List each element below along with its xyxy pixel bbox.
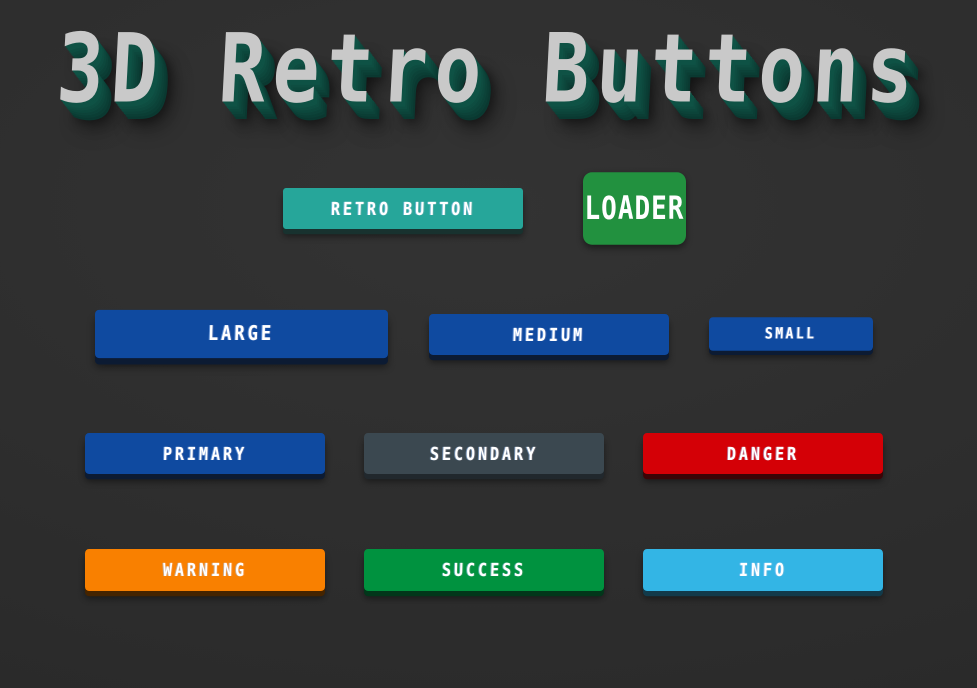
success-button[interactable]: SUCCESS [364,549,604,591]
page-title: 3D Retro Buttons [53,15,924,125]
large-size-button[interactable]: LARGE [95,309,388,359]
page-header: 3D Retro Buttons [0,0,977,140]
medium-size-button-label: MEDIUM [512,323,586,346]
primary-button[interactable]: PRIMARY [85,433,325,474]
loader-button[interactable]: LOADER [583,172,686,245]
small-size-button-label: SMALL [764,325,818,343]
retro-button[interactable]: RETRO BUTTON [283,188,523,229]
danger-button-label: DANGER [726,442,800,465]
secondary-button-label: SECONDARY [429,442,539,465]
medium-size-button[interactable]: MEDIUM [429,314,669,355]
loader-button-label: LOADER [584,190,685,227]
large-size-button-label: LARGE [208,322,275,346]
warning-button-label: WARNING [162,559,248,581]
secondary-button[interactable]: SECONDARY [364,433,604,474]
info-button[interactable]: INFO [643,549,883,591]
warning-button[interactable]: WARNING [85,549,325,591]
danger-button[interactable]: DANGER [643,433,883,474]
retro-button-label: RETRO BUTTON [330,197,476,220]
primary-button-label: PRIMARY [162,442,248,465]
small-size-button[interactable]: SMALL [709,317,873,351]
info-button-label: INFO [738,559,788,581]
success-button-label: SUCCESS [441,559,527,581]
